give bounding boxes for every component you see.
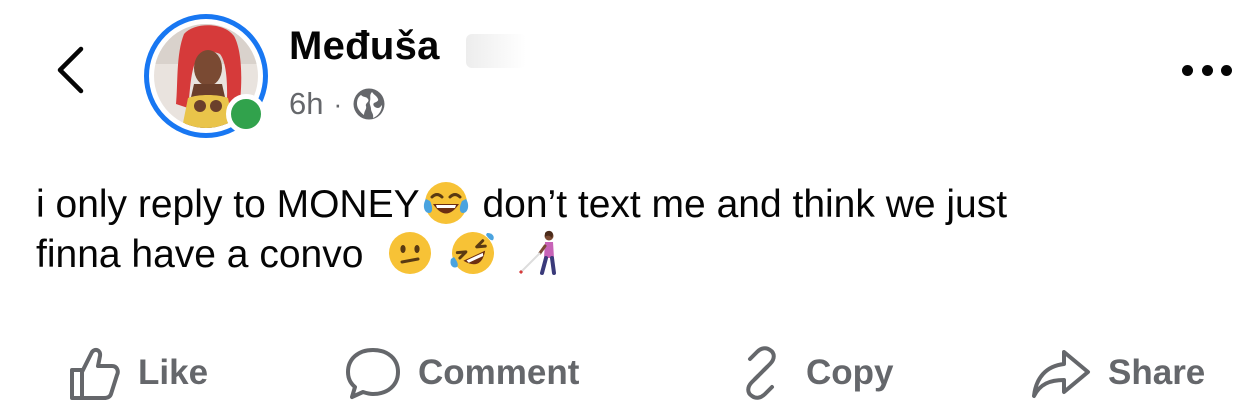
more-dot — [1221, 64, 1232, 76]
comment-bubble-icon — [346, 348, 400, 399]
copy-label: Copy — [806, 353, 894, 392]
author-name[interactable]: Međuša — [289, 24, 440, 69]
more-options-button[interactable] — [1182, 56, 1232, 84]
thumbs-up-icon — [70, 347, 120, 400]
face-with-tears-of-joy-icon — [423, 181, 468, 224]
post-text: i only reply to MONEY don’t text me and … — [36, 180, 1226, 280]
post-text-line1: i only reply to MONEY — [36, 183, 420, 226]
share-button[interactable]: Share — [1030, 338, 1205, 408]
more-dot — [1201, 64, 1213, 76]
redacted-surname — [466, 34, 526, 68]
post-text-line2: finna have a convo — [36, 233, 364, 276]
comment-label: Comment — [418, 353, 580, 392]
like-button[interactable]: Like — [64, 338, 208, 408]
person-with-white-cane-icon — [518, 230, 556, 275]
post-card: Međuša 6h · i only reply to MONEY don’t … — [0, 0, 1248, 415]
copy-button[interactable]: Copy — [732, 338, 894, 408]
rolling-on-floor-laughing-icon — [450, 231, 495, 274]
share-arrow-icon — [1032, 350, 1090, 398]
post-text-line1-continued: don’t text me and think we just — [471, 183, 1008, 226]
like-label: Like — [138, 353, 209, 392]
chevron-left-icon — [57, 46, 84, 94]
share-label: Share — [1108, 353, 1206, 392]
action-bar: Like Comment Copy Share — [0, 338, 1248, 408]
post-meta: 6h · — [289, 86, 386, 122]
back-button[interactable] — [48, 40, 92, 100]
more-dot — [1182, 64, 1193, 76]
post-time[interactable]: 6h — [289, 86, 323, 122]
comment-button[interactable]: Comment — [344, 338, 579, 408]
globe-icon[interactable] — [352, 87, 386, 121]
online-status-dot — [226, 94, 266, 134]
meta-separator: · — [333, 88, 343, 119]
confused-face-icon — [389, 231, 432, 274]
link-icon — [746, 346, 776, 400]
